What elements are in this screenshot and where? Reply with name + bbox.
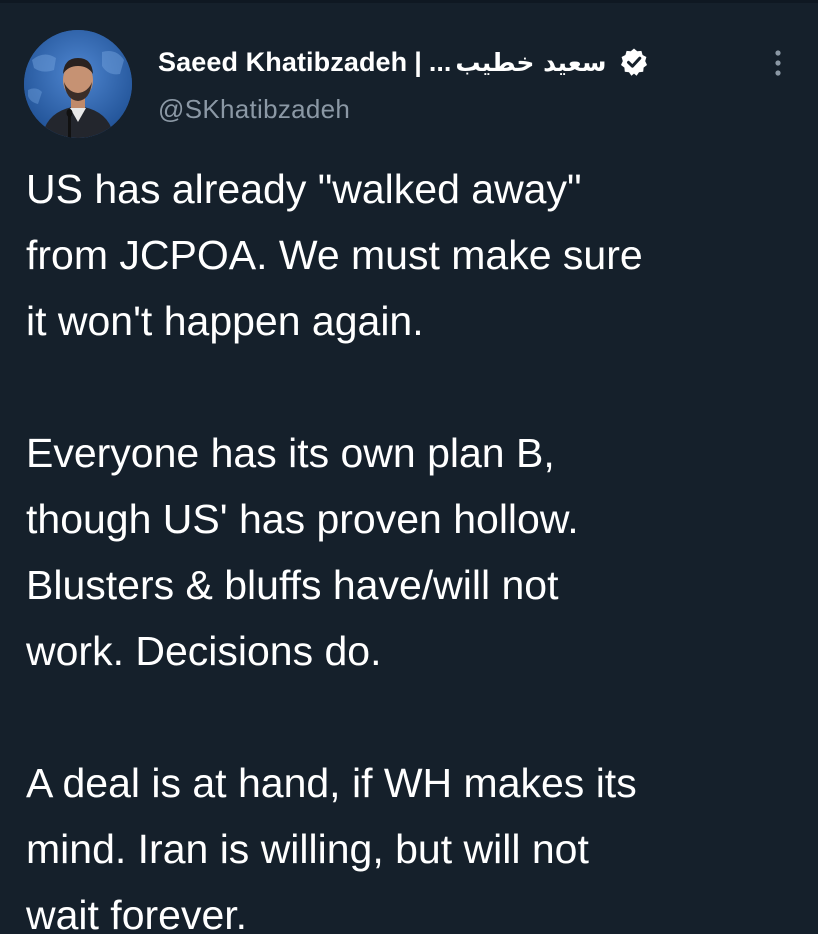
name-ellipsis: ... <box>428 46 452 77</box>
tweet-line: US has already "walked away" <box>26 166 582 212</box>
display-name[interactable]: Saeed Khatibzadeh <box>158 47 407 78</box>
more-options-icon[interactable] <box>766 46 790 80</box>
profile-photo-icon <box>24 30 132 138</box>
top-divider <box>0 0 818 3</box>
tweet-line: work. Decisions do. <box>26 628 382 674</box>
tweet-paragraph: US has already "walked away" from JCPOA.… <box>26 156 806 354</box>
tweet-paragraph: Everyone has its own plan B, though US' … <box>26 420 806 684</box>
tweet-card: Saeed Khatibzadeh | ... سعيد خطيب @SKhat… <box>0 0 818 934</box>
tweet-line: from JCPOA. We must make sure <box>26 232 643 278</box>
tweet-line: Blusters & bluffs have/will not <box>26 562 559 608</box>
tweet-line: though US' has proven hollow. <box>26 496 579 542</box>
display-name-arabic[interactable]: سعيد خطيب <box>455 48 606 77</box>
tweet-line: it won't happen again. <box>26 298 424 344</box>
name-separator: | <box>414 46 422 77</box>
author-name-row[interactable]: Saeed Khatibzadeh | ... سعيد خطيب <box>158 44 649 80</box>
tweet-text: US has already "walked away" from JCPOA.… <box>26 156 806 934</box>
avatar[interactable] <box>24 30 132 138</box>
tweet-line: wait forever. <box>26 892 248 934</box>
verified-badge-icon <box>619 47 649 77</box>
tweet-paragraph: A deal is at hand, if WH makes its mind.… <box>26 750 806 934</box>
tweet-line: A deal is at hand, if WH makes its <box>26 760 637 806</box>
author-handle[interactable]: @SKhatibzadeh <box>158 94 350 125</box>
tweet-line: Everyone has its own plan B, <box>26 430 555 476</box>
tweet-line: mind. Iran is willing, but will not <box>26 826 589 872</box>
